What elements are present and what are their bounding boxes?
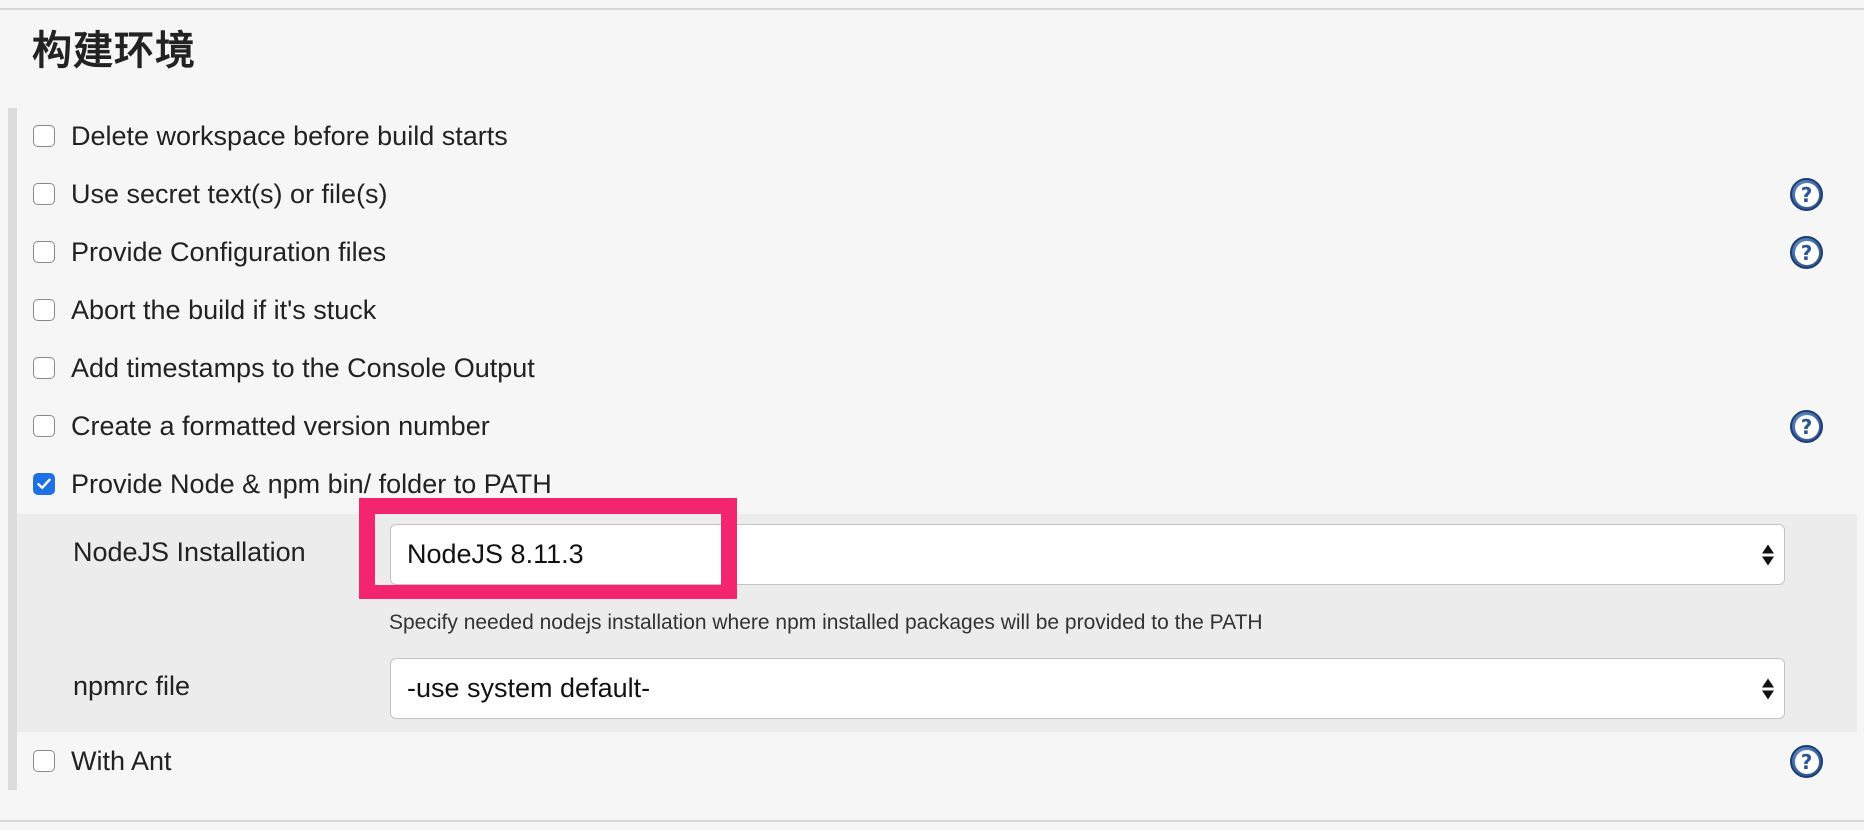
select-updown-arrows-icon — [1762, 544, 1774, 565]
checkbox-with-ant[interactable] — [33, 750, 55, 772]
option-label: Create a formatted version number — [71, 410, 490, 441]
option-delete-workspace[interactable]: Delete workspace before build starts — [33, 116, 508, 156]
checkbox-provide-config-files[interactable] — [33, 241, 55, 263]
build-environment-section: 构建环境 Delete workspace before build start… — [0, 0, 1864, 830]
checkmark-icon — [37, 478, 51, 489]
nodejs-installation-select[interactable]: NodeJS 8.11.3 — [390, 524, 1785, 585]
nodejs-installation-help: Specify needed nodejs installation where… — [389, 611, 1263, 634]
top-divider — [0, 8, 1864, 10]
option-label: Add timestamps to the Console Output — [71, 352, 535, 383]
help-question-icon[interactable]: ? — [1790, 178, 1823, 211]
help-question-icon[interactable]: ? — [1790, 745, 1823, 778]
option-label: Provide Node & npm bin/ folder to PATH — [71, 468, 552, 499]
checkbox-formatted-version[interactable] — [33, 415, 55, 437]
option-abort-if-stuck[interactable]: Abort the build if it's stuck — [33, 290, 376, 330]
select-updown-arrows-icon — [1762, 678, 1774, 699]
bottom-divider — [0, 820, 1864, 822]
npmrc-file-select[interactable]: -use system default- — [390, 658, 1785, 719]
option-label: Provide Configuration files — [71, 236, 387, 267]
option-label: Delete workspace before build starts — [71, 120, 508, 151]
option-use-secret[interactable]: Use secret text(s) or file(s) — [33, 174, 388, 214]
npmrc-file-value: -use system default- — [407, 673, 651, 703]
section-left-bar — [8, 108, 17, 790]
npmrc-file-label: npmrc file — [73, 671, 191, 701]
option-with-ant[interactable]: With Ant — [33, 741, 172, 781]
nodejs-installation-label: NodeJS Installation — [73, 537, 306, 567]
checkbox-use-secret[interactable] — [33, 183, 55, 205]
checkbox-abort-if-stuck[interactable] — [33, 299, 55, 321]
nodejs-installation-value: NodeJS 8.11.3 — [407, 539, 584, 569]
option-label: With Ant — [71, 745, 172, 776]
checkbox-add-timestamps[interactable] — [33, 357, 55, 379]
option-provide-config-files[interactable]: Provide Configuration files — [33, 232, 386, 272]
option-add-timestamps[interactable]: Add timestamps to the Console Output — [33, 348, 535, 388]
section-title: 构建环境 — [32, 28, 196, 74]
option-label: Abort the build if it's stuck — [71, 294, 377, 325]
option-label: Use secret text(s) or file(s) — [71, 178, 388, 209]
checkbox-provide-node-path[interactable] — [33, 473, 55, 495]
checkbox-delete-workspace[interactable] — [33, 125, 55, 147]
option-formatted-version[interactable]: Create a formatted version number — [33, 406, 490, 446]
help-question-icon[interactable]: ? — [1790, 236, 1823, 269]
help-question-icon[interactable]: ? — [1790, 410, 1823, 443]
option-provide-node-path[interactable]: Provide Node & npm bin/ folder to PATH — [33, 464, 552, 504]
